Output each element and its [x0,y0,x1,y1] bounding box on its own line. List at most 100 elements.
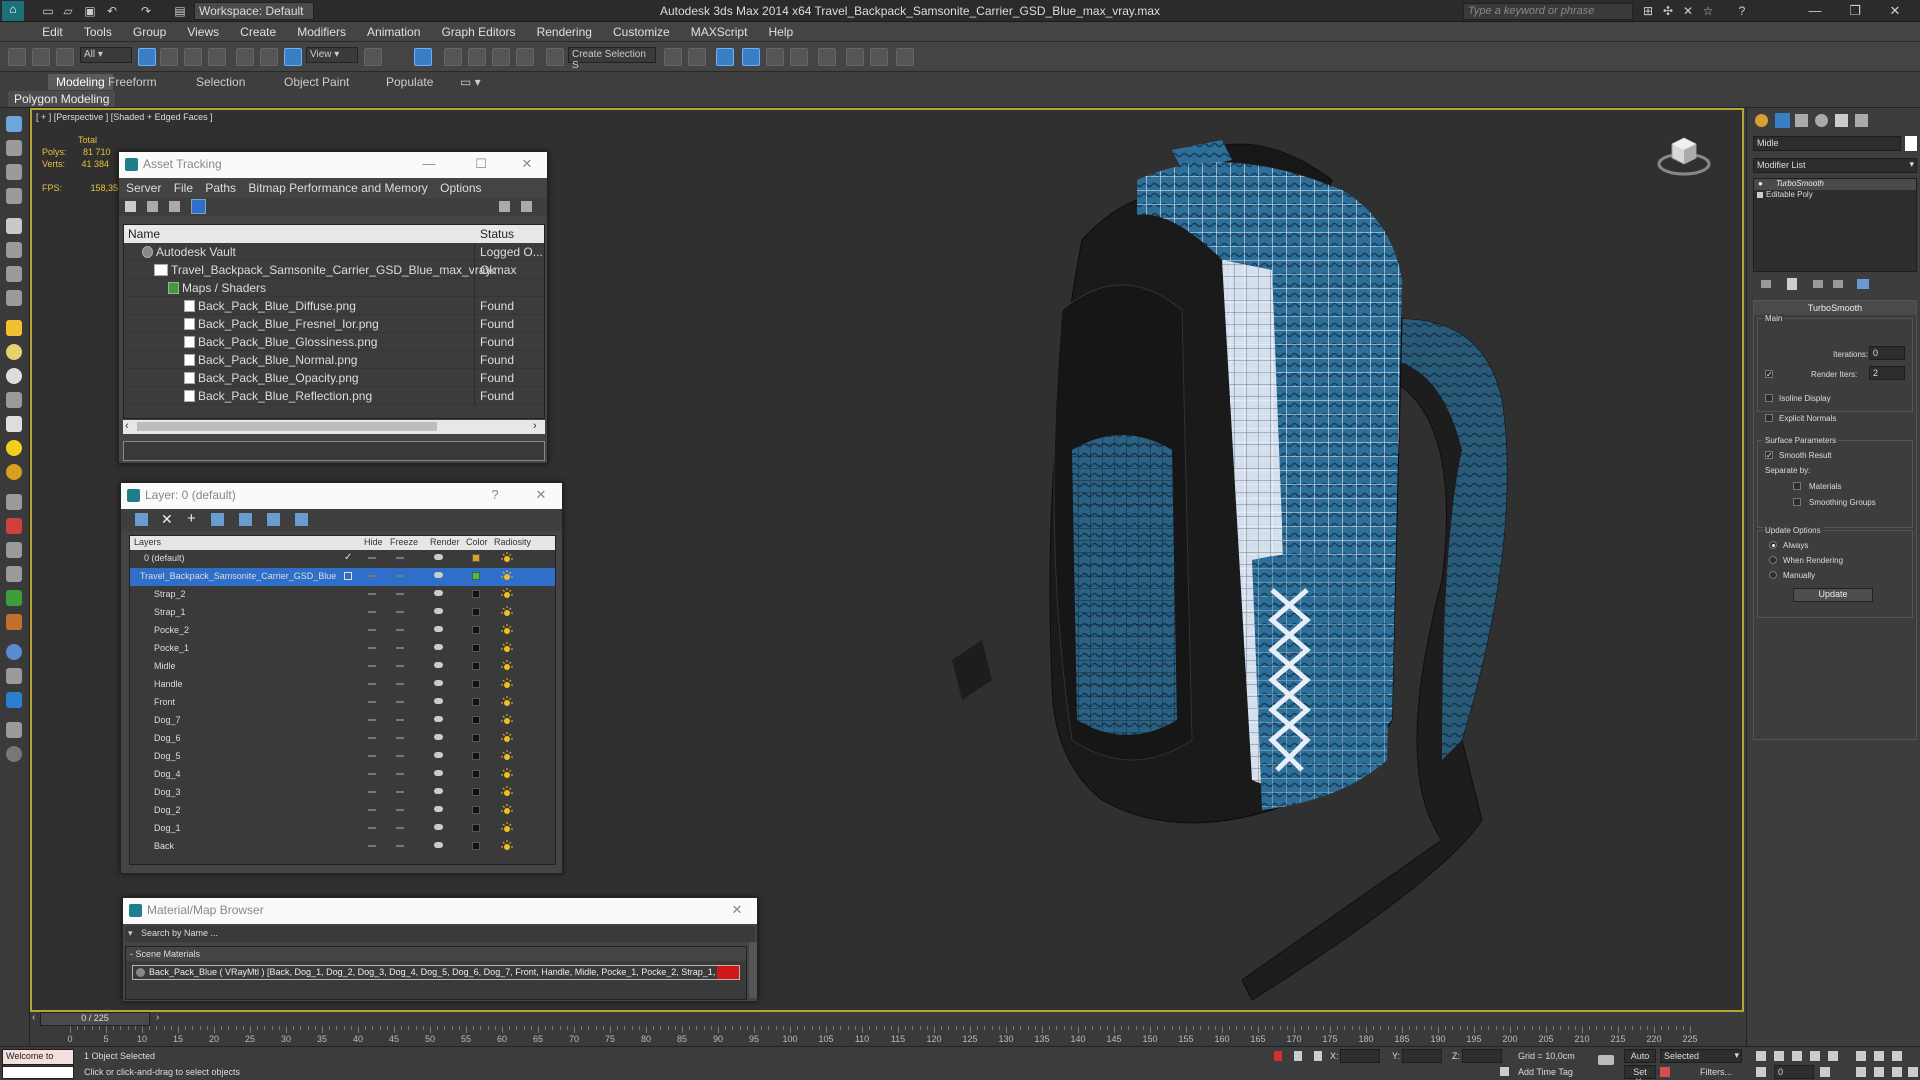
iterations-spinner[interactable]: 0 [1869,346,1905,360]
utilities-tab-icon[interactable] [1855,114,1868,127]
select-link-icon[interactable] [8,48,26,66]
z-coordinate-field[interactable] [1462,1049,1502,1063]
field-of-view-icon[interactable] [1856,1067,1866,1077]
isoline-display-checkbox[interactable] [1765,394,1773,402]
layer-row[interactable]: Dog_5 [130,748,555,766]
radiosity-icon[interactable] [501,732,513,743]
menu-group[interactable]: Group [124,22,175,42]
table-row[interactable]: Autodesk Vault Logged O... [124,243,544,261]
viewcube-icon[interactable] [1656,130,1712,178]
radiosity-icon[interactable] [501,786,513,797]
radiosity-icon[interactable] [501,768,513,779]
bind-space-warp-icon[interactable] [56,48,74,66]
render-production-icon[interactable] [896,48,914,66]
tree-view-icon[interactable] [169,201,180,212]
stats-icon[interactable] [6,722,22,738]
rotate-icon[interactable] [260,48,278,66]
next-frame-icon[interactable]: › [156,1012,159,1023]
layer-row[interactable]: Strap_1 [130,604,555,622]
motion-tab-icon[interactable] [1815,114,1828,127]
go-to-start-icon[interactable] [1756,1051,1766,1061]
material-search-input[interactable]: ▾ Search by Name ... [125,926,755,942]
menu-paths[interactable]: Paths [202,181,242,195]
menu-edit[interactable]: Edit [33,22,72,42]
render-teapot-icon[interactable] [434,554,443,560]
select-objects-icon[interactable] [211,513,224,526]
scale-icon[interactable] [284,48,302,66]
new-file-icon[interactable]: ▭ [40,3,56,19]
freeze-all-icon[interactable] [295,513,308,526]
freeze-toggle[interactable] [396,665,404,667]
radiosity-icon[interactable] [501,606,513,617]
table-row[interactable]: Maps / Shaders [124,279,544,297]
orbit-icon[interactable] [1892,1067,1902,1077]
layer-color-swatch[interactable] [472,662,480,670]
maxscript-listener-mini[interactable]: Welcome to [2,1049,74,1065]
hide-toggle[interactable] [368,719,376,721]
render-teapot-icon[interactable] [434,590,443,596]
refresh-icon[interactable] [125,201,136,212]
subscription-icon[interactable]: ✣ [1660,3,1676,19]
layer-row[interactable]: Travel_Backpack_Samsonite_Carrier_GSD_Bl… [130,568,555,586]
layer-row[interactable]: Midle [130,658,555,676]
move-icon[interactable] [236,48,254,66]
rendered-frame-window-icon[interactable] [870,48,888,66]
freeze-toggle[interactable] [396,791,404,793]
object-name-field[interactable]: Midle [1753,136,1901,151]
modifier-icon[interactable] [6,518,22,534]
display-tab-icon[interactable] [1835,114,1848,127]
layer-row[interactable]: Pocke_2 [130,622,555,640]
layer-color-swatch[interactable] [472,626,480,634]
layer-row[interactable]: Handle [130,676,555,694]
selection-filter-dropdown[interactable]: All ▾ [80,47,132,63]
object-color-swatch[interactable] [1905,136,1917,151]
radiosity-icon[interactable] [501,714,513,725]
modify-tab-icon[interactable] [1775,113,1790,128]
menu-customize[interactable]: Customize [604,22,679,42]
layer-color-swatch[interactable] [472,770,480,778]
current-frame-field[interactable]: 0 [1774,1065,1814,1079]
pivot-center-icon[interactable] [364,48,382,66]
hide-toggle[interactable] [368,845,376,847]
table-row[interactable]: Back_Pack_Blue_Diffuse.png Found [124,297,544,315]
shapes-icon[interactable] [6,140,22,156]
always-radio[interactable] [1769,541,1777,549]
key-mode-toggle-icon[interactable] [1756,1067,1766,1077]
cameras-icon[interactable] [6,188,22,204]
render-setup-icon[interactable] [846,48,864,66]
globe-icon[interactable] [6,644,22,660]
create-geometry-icon[interactable] [6,116,22,132]
save-icon[interactable]: ▣ [82,3,98,19]
hide-toggle[interactable] [368,647,376,649]
x-coordinate-field[interactable] [1340,1049,1380,1063]
lights-icon[interactable] [6,164,22,180]
column-render[interactable]: Render [430,537,460,547]
app-menu-button[interactable]: ⌂ [2,1,24,21]
layer-row[interactable]: Dog_1 [130,820,555,838]
go-to-end-icon[interactable] [1828,1051,1838,1061]
menu-options[interactable]: Options [437,181,487,195]
layer-color-swatch[interactable] [472,824,480,832]
hide-toggle[interactable] [368,737,376,739]
freeze-toggle[interactable] [396,827,404,829]
crowd-icon[interactable] [6,614,22,630]
radiosity-icon[interactable] [501,804,513,815]
layer-color-swatch[interactable] [472,752,480,760]
prev-frame-icon[interactable]: ‹ [32,1012,35,1023]
explicit-normals-checkbox[interactable] [1765,414,1773,422]
render-iters-checkbox[interactable]: ✓ [1765,370,1773,379]
layer-manager-icon[interactable] [716,48,734,66]
layer-row[interactable]: Pocke_1 [130,640,555,658]
space-warps-icon[interactable] [6,242,22,258]
layer-color-swatch[interactable] [472,554,480,562]
tab-freeform[interactable]: Freeform [100,74,165,90]
help-icon[interactable]: ? [1734,3,1750,19]
menu-maxscript[interactable]: MAXScript [682,22,757,42]
restore-button[interactable]: ❐ [1840,2,1870,20]
auto-key-button[interactable]: Auto [1624,1049,1656,1063]
layer-row[interactable]: Strap_2 [130,586,555,604]
time-slider-thumb[interactable]: 0 / 225 [40,1012,150,1026]
track-bar[interactable]: 0 5 10 15 20 25 30 35 40 45 50 55 60 65 70 75 80 85 90 95 10… [30,1026,1744,1046]
hide-toggle[interactable] [368,773,376,775]
pyramid-icon[interactable] [6,416,22,432]
